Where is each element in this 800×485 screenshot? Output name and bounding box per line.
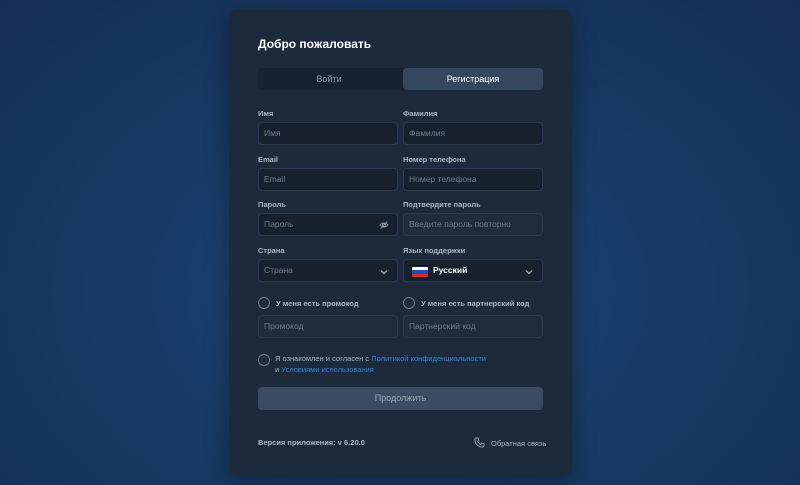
promo-checkbox[interactable]: [258, 297, 270, 309]
feedback-label: Обратная связь: [491, 439, 547, 448]
partner-checkbox[interactable]: [403, 297, 415, 309]
agreement-prefix: Я ознакомлен и согласен с: [275, 354, 372, 363]
phone-label: Номер телефона: [403, 155, 466, 164]
tab-register[interactable]: Регистрация: [403, 68, 543, 90]
country-label: Страна: [258, 246, 285, 255]
last-name-input[interactable]: Фамилия: [403, 122, 543, 145]
tab-login[interactable]: Войти: [258, 68, 400, 90]
registration-card: Добро пожаловать Войти Регистрация Имя И…: [229, 9, 572, 476]
country-placeholder: Страна: [264, 265, 293, 275]
russia-flag-icon: [412, 267, 428, 277]
app-version: Версия приложения: v 6.20.0: [258, 438, 365, 447]
promo-input[interactable]: Промокод: [258, 315, 398, 338]
confirm-password-input[interactable]: Введите пароль повторно: [403, 213, 543, 236]
agreement-checkbox[interactable]: [258, 354, 270, 366]
first-name-input[interactable]: Имя: [258, 122, 398, 145]
phone-input[interactable]: Номер телефона: [403, 168, 543, 191]
support-language-label: Язык поддержки: [403, 246, 466, 255]
password-placeholder: Пароль: [264, 219, 294, 229]
continue-button[interactable]: Продолжить: [258, 387, 543, 410]
support-language-value: Русский: [433, 265, 468, 275]
partner-checkbox-label: У меня есть партнерский код: [421, 299, 530, 308]
email-label: Email: [258, 155, 279, 164]
country-select[interactable]: Страна: [258, 259, 398, 282]
terms-link[interactable]: Условиями использования: [281, 365, 374, 374]
password-input[interactable]: Пароль: [258, 213, 398, 236]
password-label: Пароль: [258, 200, 286, 209]
auth-tabs: Войти Регистрация: [258, 68, 543, 90]
phone-icon: [474, 437, 485, 448]
first-name-label: Имя: [258, 109, 274, 118]
promo-checkbox-label: У меня есть промокод: [276, 299, 359, 308]
chevron-down-icon: [380, 270, 388, 275]
email-input[interactable]: Email: [258, 168, 398, 191]
page-title: Добро пожаловать: [258, 37, 372, 51]
privacy-policy-link[interactable]: Политикой конфиденциальности: [371, 354, 486, 363]
support-language-select[interactable]: Русский: [403, 259, 543, 282]
agreement-text: Я ознакомлен и согласен с Политикой конф…: [275, 353, 486, 375]
chevron-down-icon: [525, 270, 533, 275]
partner-input[interactable]: Партнерский код: [403, 315, 543, 338]
last-name-label: Фамилия: [403, 109, 438, 118]
eye-off-icon[interactable]: [379, 220, 389, 230]
confirm-password-label: Подтвердите пароль: [403, 200, 481, 209]
